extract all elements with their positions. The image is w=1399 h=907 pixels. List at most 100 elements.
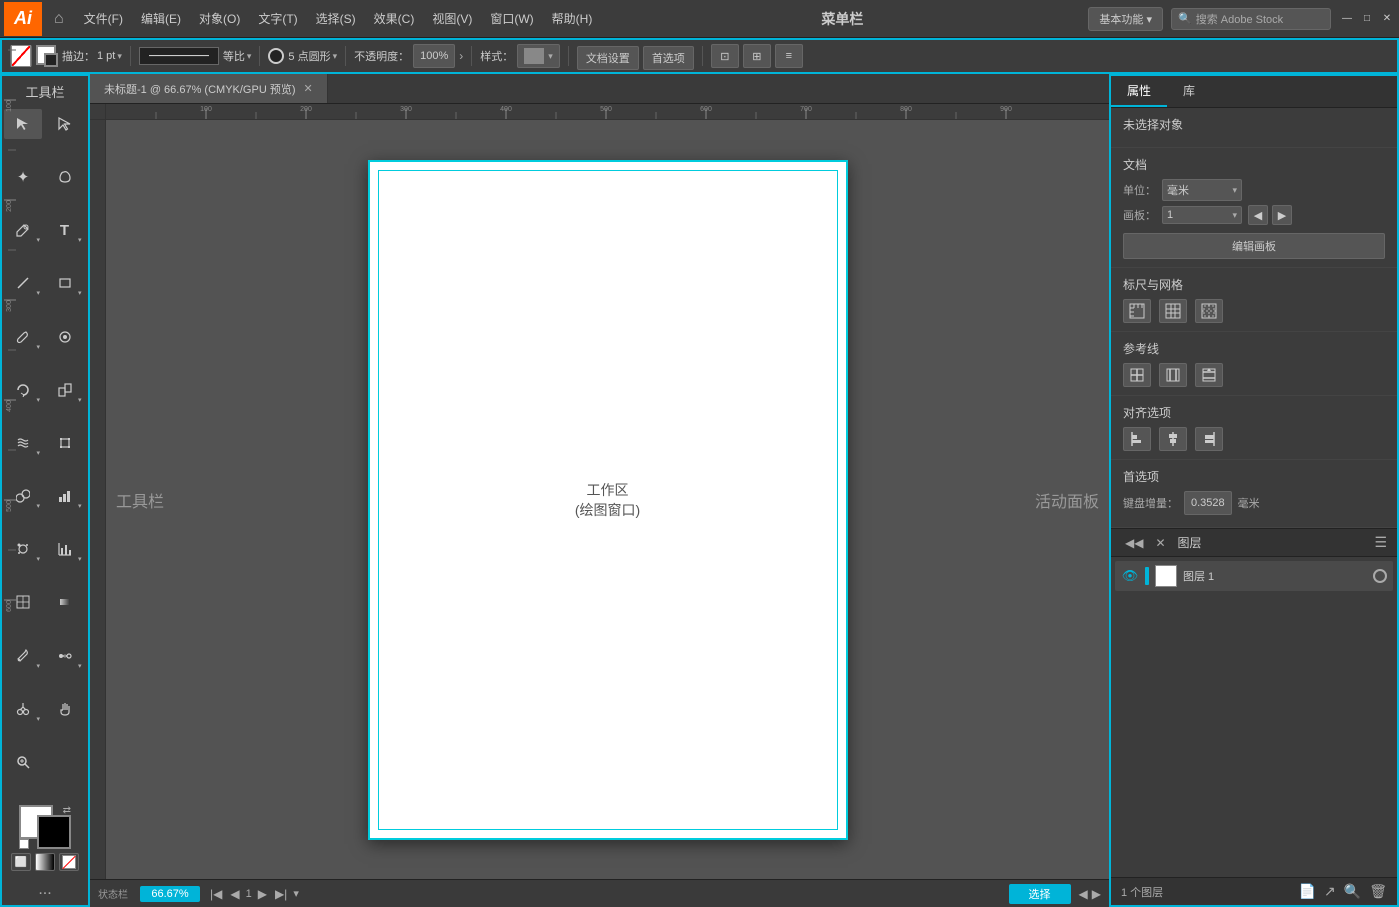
document-section: 文档 单位： 毫米 ▾ 画板： 1 ▾ ◀ ▶ 编辑画板 bbox=[1111, 148, 1397, 268]
artboard-select[interactable]: 1 ▾ bbox=[1162, 206, 1242, 224]
color-mode-btn[interactable]: ⬜ bbox=[11, 853, 31, 871]
status-select[interactable]: 选择 bbox=[1009, 884, 1071, 904]
menubar-title: 菜单栏 bbox=[602, 9, 1082, 29]
tab-library[interactable]: 库 bbox=[1167, 76, 1211, 107]
menu-file[interactable]: 文件(F) bbox=[76, 6, 131, 31]
style-dropdown[interactable]: ▾ bbox=[517, 44, 560, 68]
minimize-button[interactable]: — bbox=[1339, 11, 1355, 27]
unit-select[interactable]: 毫米 ▾ bbox=[1162, 179, 1242, 201]
scroll-left-btn[interactable]: ◀ bbox=[1079, 887, 1088, 901]
panel-collapse-btn[interactable]: ◀◀ bbox=[1121, 536, 1147, 550]
home-icon[interactable]: ⌂ bbox=[48, 8, 70, 30]
grid-btn[interactable] bbox=[1159, 299, 1187, 323]
artboard-next-btn[interactable]: ▶ bbox=[1272, 205, 1292, 225]
stroke-color-btn[interactable] bbox=[36, 44, 58, 68]
workarea-label: 工作区 (绘图窗口) bbox=[575, 480, 640, 520]
layer-visibility-btn[interactable]: 👁 bbox=[1121, 567, 1139, 585]
page-prev-btn[interactable]: ◀ bbox=[228, 887, 241, 901]
page-arrow-down[interactable]: ▾ bbox=[293, 887, 299, 900]
new-layer-btn[interactable]: 📄 bbox=[1299, 883, 1316, 900]
lasso-tool[interactable] bbox=[46, 162, 84, 192]
keyboard-increment-row: 键盘增量： 0.3528 毫米 bbox=[1123, 491, 1385, 515]
free-transform-tool[interactable] bbox=[46, 428, 84, 458]
ruler-btn[interactable] bbox=[1123, 299, 1151, 323]
delete-layer-btn[interactable]: 🗑 bbox=[1369, 883, 1387, 900]
pixel-grid-btn[interactable] bbox=[1195, 299, 1223, 323]
panel-close-btn[interactable]: ✕ bbox=[1151, 536, 1169, 550]
close-tab-btn[interactable]: ✕ bbox=[303, 82, 312, 95]
artboard[interactable]: 工作区 (绘图窗口) bbox=[368, 160, 848, 840]
scroll-right-btn[interactable]: ▶ bbox=[1092, 887, 1101, 901]
restore-button[interactable]: □ bbox=[1359, 11, 1375, 27]
swap-colors-btn[interactable]: ⇄ bbox=[63, 805, 71, 816]
reset-colors-btn[interactable] bbox=[19, 839, 29, 849]
doc-tab[interactable]: 未标题-1 @ 66.67% (CMYK/GPU 预览) ✕ bbox=[90, 74, 328, 103]
arrange-btn-2[interactable]: ⊞ bbox=[743, 44, 771, 68]
align-btn-1[interactable] bbox=[1123, 427, 1151, 451]
foreground-color-box[interactable] bbox=[37, 815, 71, 849]
menu-object[interactable]: 对象(O) bbox=[191, 6, 248, 31]
menu-effect[interactable]: 效果(C) bbox=[366, 6, 423, 31]
find-layer-btn[interactable]: 🔍 bbox=[1344, 883, 1361, 900]
page-first-btn[interactable]: |◀ bbox=[208, 887, 224, 901]
artboard-prev-btn[interactable]: ◀ bbox=[1248, 205, 1268, 225]
color-section: ⇄ ⬜ bbox=[2, 801, 88, 875]
stroke-align-dropdown[interactable]: 等比 ▾ bbox=[223, 48, 252, 64]
gradient-swatch[interactable] bbox=[35, 853, 55, 871]
menu-edit[interactable]: 编辑(E) bbox=[133, 6, 189, 31]
unit-row: 单位： 毫米 ▾ bbox=[1123, 179, 1385, 201]
preferences-button[interactable]: 首选项 bbox=[643, 46, 694, 70]
horizontal-ruler: 100 200 300 400 500 bbox=[106, 104, 1109, 120]
align-section: 对齐选项 bbox=[1111, 396, 1397, 460]
type-tool[interactable]: T ▾ bbox=[46, 215, 84, 245]
preferences-section: 首选项 键盘增量： 0.3528 毫米 bbox=[1111, 460, 1397, 528]
workspace-selector[interactable]: 基本功能 ▾ bbox=[1088, 7, 1163, 31]
unit-label: 单位： bbox=[1123, 182, 1156, 198]
column-graph-tool[interactable]: ▾ bbox=[46, 534, 84, 564]
zoom-display[interactable]: 66.67% bbox=[140, 886, 200, 902]
guides-btn-3[interactable] bbox=[1195, 363, 1223, 387]
menu-window[interactable]: 窗口(W) bbox=[482, 6, 541, 31]
brush-dropdown[interactable]: 5 点圆形 ▾ bbox=[288, 48, 337, 64]
stroke-preview bbox=[139, 47, 219, 65]
layer-item[interactable]: 👁 图层 1 bbox=[1115, 561, 1393, 591]
menu-select[interactable]: 选择(S) bbox=[308, 6, 364, 31]
rectangle-tool[interactable]: ▾ bbox=[46, 268, 84, 298]
search-bar[interactable]: 🔍 搜索 Adobe Stock bbox=[1171, 8, 1331, 30]
artboard-row: 画板： 1 ▾ ◀ ▶ bbox=[1123, 205, 1385, 225]
guides-btn-1[interactable] bbox=[1123, 363, 1151, 387]
arrange-btn-3[interactable]: ≡ bbox=[775, 44, 803, 68]
more-tools-btn[interactable]: ... bbox=[2, 875, 88, 905]
move-to-layer-btn[interactable]: ↗ bbox=[1324, 883, 1336, 900]
chart-tool[interactable]: ▾ bbox=[46, 481, 84, 511]
page-last-btn[interactable]: ▶| bbox=[273, 887, 289, 901]
doc-settings-button[interactable]: 文档设置 bbox=[577, 46, 639, 70]
none-swatch[interactable] bbox=[59, 853, 79, 871]
menu-text[interactable]: 文字(T) bbox=[250, 6, 305, 31]
opacity-arrow[interactable]: › bbox=[459, 49, 463, 63]
layer-target-btn[interactable] bbox=[1373, 569, 1387, 583]
direct-selection-tool[interactable] bbox=[46, 109, 84, 139]
align-btn-3[interactable] bbox=[1195, 427, 1223, 451]
svg-text:200: 200 bbox=[300, 106, 312, 113]
blend-tool[interactable]: ▾ bbox=[46, 641, 84, 671]
blob-brush-tool[interactable] bbox=[46, 322, 84, 352]
guides-btn-2[interactable] bbox=[1159, 363, 1187, 387]
attributes-bar: 描边： 1 pt ▾ 等比 ▾ 5 点圆形 ▾ 不透明度： 100% › 样式：… bbox=[0, 38, 1399, 74]
stroke-dropdown[interactable]: 描边： 1 pt ▾ bbox=[62, 48, 122, 64]
close-button[interactable]: ✕ bbox=[1379, 11, 1395, 27]
hand-tool[interactable] bbox=[46, 694, 84, 724]
canvas-content[interactable]: 工作区 (绘图窗口) 工具栏 活动面板 bbox=[106, 120, 1109, 879]
opacity-input[interactable]: 100% bbox=[413, 44, 455, 68]
edit-artboard-button[interactable]: 编辑画板 bbox=[1123, 233, 1385, 259]
keyboard-increment-input[interactable]: 0.3528 bbox=[1184, 491, 1232, 515]
arrange-btn-1[interactable]: ⊡ bbox=[711, 44, 739, 68]
tab-properties[interactable]: 属性 bbox=[1111, 76, 1167, 107]
menu-view[interactable]: 视图(V) bbox=[424, 6, 480, 31]
align-btn-2[interactable] bbox=[1159, 427, 1187, 451]
layers-menu-btn[interactable]: ☰ bbox=[1374, 534, 1387, 551]
page-next-btn[interactable]: ▶ bbox=[256, 887, 269, 901]
menu-help[interactable]: 帮助(H) bbox=[544, 6, 601, 31]
scale-tool[interactable]: ▾ bbox=[46, 375, 84, 405]
gradient-tool[interactable] bbox=[46, 587, 84, 617]
